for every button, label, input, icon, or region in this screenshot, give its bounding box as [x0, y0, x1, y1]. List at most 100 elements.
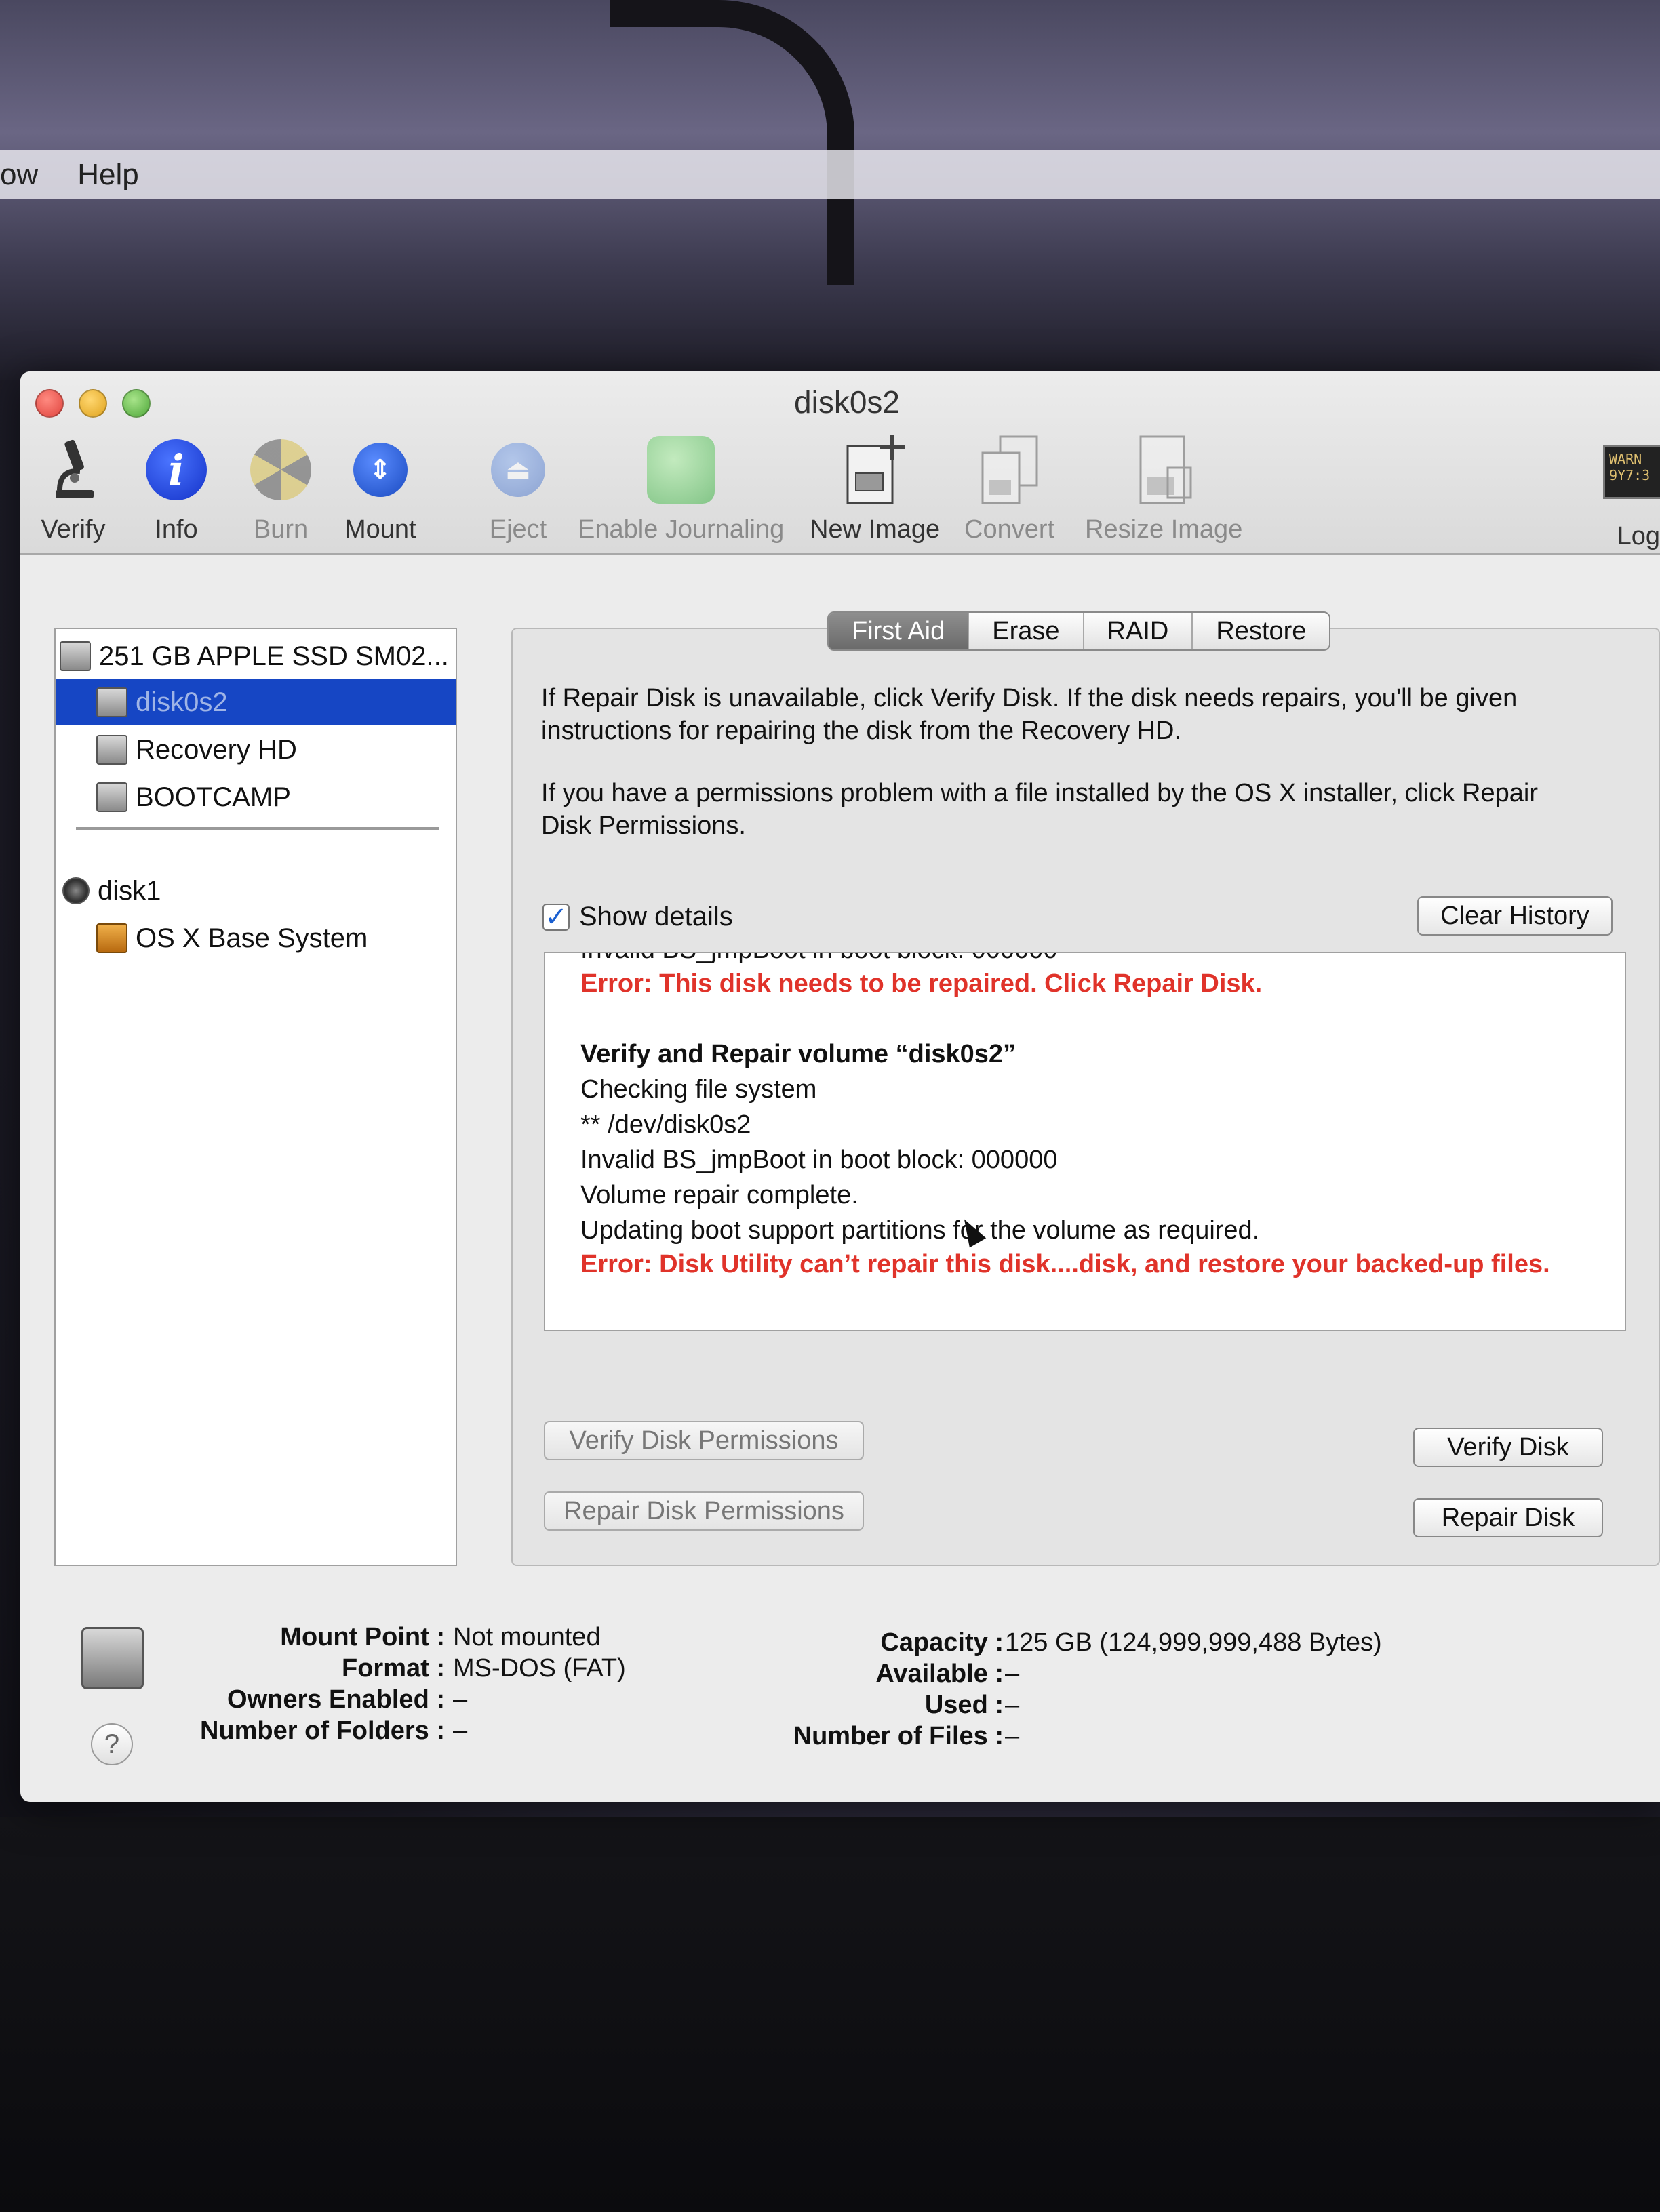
show-details-label: Show details: [579, 902, 733, 931]
volume-icon: [96, 782, 127, 812]
enable-journaling-tool-label: Enable Journaling: [578, 515, 785, 544]
tab-first-aid[interactable]: First Aid: [829, 613, 970, 649]
disk-list-sidebar: 251 GB APPLE SSD SM02... disk0s2 Recover…: [54, 628, 457, 1566]
clear-history-button[interactable]: Clear History: [1417, 896, 1613, 936]
burn-icon: [247, 433, 315, 507]
log-line: Checking file system: [580, 1075, 817, 1104]
mount-tool[interactable]: ⇕ Mount: [344, 433, 416, 544]
number-of-files-value: –: [1005, 1722, 1020, 1750]
image-volume-icon: [96, 923, 127, 953]
mount-icon: ⇕: [347, 433, 414, 507]
used-value: –: [1005, 1691, 1020, 1719]
screen-bezel: [0, 1817, 1660, 2212]
sidebar-item-disk0s2[interactable]: disk0s2: [56, 679, 456, 725]
selected-disk-icon: [81, 1627, 144, 1689]
disk-utility-window: disk0s2 Verify i Info Burn ⇕ Mount ⏏ Eje…: [20, 371, 1660, 1802]
info-tool-label: Info: [155, 515, 198, 544]
menu-item-help[interactable]: Help: [77, 158, 139, 192]
available-value: –: [1005, 1660, 1020, 1688]
verify-disk-button[interactable]: Verify Disk: [1413, 1428, 1603, 1467]
used-label: Used :: [924, 1691, 1004, 1719]
eject-tool[interactable]: ⏏ Eject: [484, 433, 552, 544]
resize-image-tool-label: Resize Image: [1085, 515, 1243, 544]
first-aid-log[interactable]: Invalid BS_jmpBoot in boot block: 000000…: [544, 952, 1626, 1331]
available-label: Available :: [875, 1660, 1004, 1688]
sidebar-item-bootcamp[interactable]: BOOTCAMP: [56, 774, 456, 820]
log-line-heading: Verify and Repair volume “disk0s2”: [580, 1040, 1016, 1068]
log-icon[interactable]: WARN 9Y7:3: [1603, 445, 1660, 499]
instructions-line: If you have a permissions problem with a…: [541, 779, 1538, 807]
internal-disk-icon: [60, 641, 91, 671]
menu-bar: ow Help: [0, 150, 1660, 199]
verify-tool-label: Verify: [41, 515, 106, 544]
owners-enabled-label: Owners Enabled :: [227, 1685, 445, 1714]
volume-icon: [96, 687, 127, 717]
first-aid-instructions-1: If Repair Disk is unavailable, click Ver…: [541, 682, 1517, 747]
sidebar-item-label: OS X Base System: [136, 923, 368, 953]
new-image-icon: [841, 433, 909, 507]
log-line: Invalid BS_jmpBoot in boot block: 000000: [580, 1146, 1058, 1174]
verify-disk-permissions-button[interactable]: Verify Disk Permissions: [544, 1421, 864, 1460]
verify-tool[interactable]: Verify: [39, 433, 107, 544]
tab-restore[interactable]: Restore: [1193, 613, 1330, 649]
journaling-icon: [647, 433, 715, 507]
format-label: Format :: [342, 1654, 445, 1683]
resize-image-tool[interactable]: Resize Image: [1085, 433, 1242, 544]
convert-tool[interactable]: Convert: [964, 433, 1054, 544]
log-line-error: Error: This disk needs to be repaired. C…: [580, 969, 1263, 998]
tab-erase[interactable]: Erase: [969, 613, 1084, 649]
enable-journaling-tool[interactable]: Enable Journaling: [578, 433, 784, 544]
sidebar-item-apple-ssd[interactable]: 251 GB APPLE SSD SM02...: [56, 633, 456, 679]
title-bar: disk0s2 Verify i Info Burn ⇕ Mount ⏏ Eje…: [20, 371, 1660, 555]
info-tool[interactable]: i Info: [142, 433, 210, 544]
info-icon: i: [142, 433, 210, 507]
mount-tool-label: Mount: [344, 515, 416, 544]
convert-tool-label: Convert: [964, 515, 1055, 544]
burn-tool-label: Burn: [253, 515, 309, 544]
new-image-tool[interactable]: New Image: [810, 433, 940, 544]
sidebar-item-disk1[interactable]: disk1: [56, 868, 456, 914]
repair-disk-button[interactable]: Repair Disk: [1413, 1498, 1603, 1537]
sidebar-item-label: disk0s2: [136, 687, 228, 717]
repair-disk-permissions-button[interactable]: Repair Disk Permissions: [544, 1491, 864, 1531]
log-line: Updating boot support partitions for the…: [580, 1216, 1260, 1245]
first-aid-instructions-2: If you have a permissions problem with a…: [541, 777, 1538, 842]
help-button[interactable]: ?: [91, 1723, 133, 1765]
resize-image-icon: [1130, 433, 1198, 507]
log-line: Volume repair complete.: [580, 1181, 858, 1209]
instructions-line: If Repair Disk is unavailable, click Ver…: [541, 684, 1518, 712]
convert-icon: [976, 433, 1044, 507]
sidebar-divider: [76, 827, 439, 830]
sidebar-item-os-x-base-system[interactable]: OS X Base System: [56, 915, 456, 961]
show-details-row[interactable]: ✓ Show details: [542, 902, 733, 932]
format-value: MS-DOS (FAT): [453, 1654, 626, 1683]
log-line: ** /dev/disk0s2: [580, 1110, 751, 1139]
eject-icon: ⏏: [484, 433, 552, 507]
tab-raid[interactable]: RAID: [1084, 613, 1193, 649]
disk-image-icon: [62, 877, 90, 904]
sidebar-item-label: BOOTCAMP: [136, 782, 291, 812]
eject-tool-label: Eject: [489, 515, 547, 544]
number-of-folders-value: –: [453, 1716, 468, 1745]
owners-enabled-value: –: [453, 1685, 468, 1714]
sidebar-item-recovery-hd[interactable]: Recovery HD: [56, 727, 456, 773]
window-title: disk0s2: [794, 384, 900, 420]
log-tool-label: Log: [1617, 522, 1660, 550]
burn-tool[interactable]: Burn: [247, 433, 315, 544]
capacity-value: 125 GB (124,999,999,488 Bytes): [1005, 1628, 1382, 1657]
new-image-tool-label: New Image: [810, 515, 941, 544]
mount-point-label: Mount Point :: [280, 1623, 445, 1651]
log-line-error: Error: Disk Utility can’t repair this di…: [580, 1250, 1550, 1279]
show-details-checkbox[interactable]: ✓: [542, 903, 570, 931]
tab-bar: First Aid Erase RAID Restore: [827, 611, 1331, 651]
volume-icon: [96, 735, 127, 765]
mount-point-value: Not mounted: [453, 1623, 601, 1651]
sidebar-item-label: 251 GB APPLE SSD SM02...: [99, 641, 449, 671]
toolbar: Verify i Info Burn ⇕ Mount ⏏ Eject Enabl…: [20, 433, 1660, 555]
menu-item-window[interactable]: ow: [0, 158, 38, 192]
number-of-folders-label: Number of Folders :: [199, 1716, 445, 1745]
microscope-icon: [39, 433, 107, 507]
log-line: Invalid BS_jmpBoot in boot block: 000000: [580, 953, 1057, 965]
capacity-label: Capacity :: [880, 1628, 1004, 1657]
number-of-files-label: Number of Files :: [793, 1722, 1004, 1750]
